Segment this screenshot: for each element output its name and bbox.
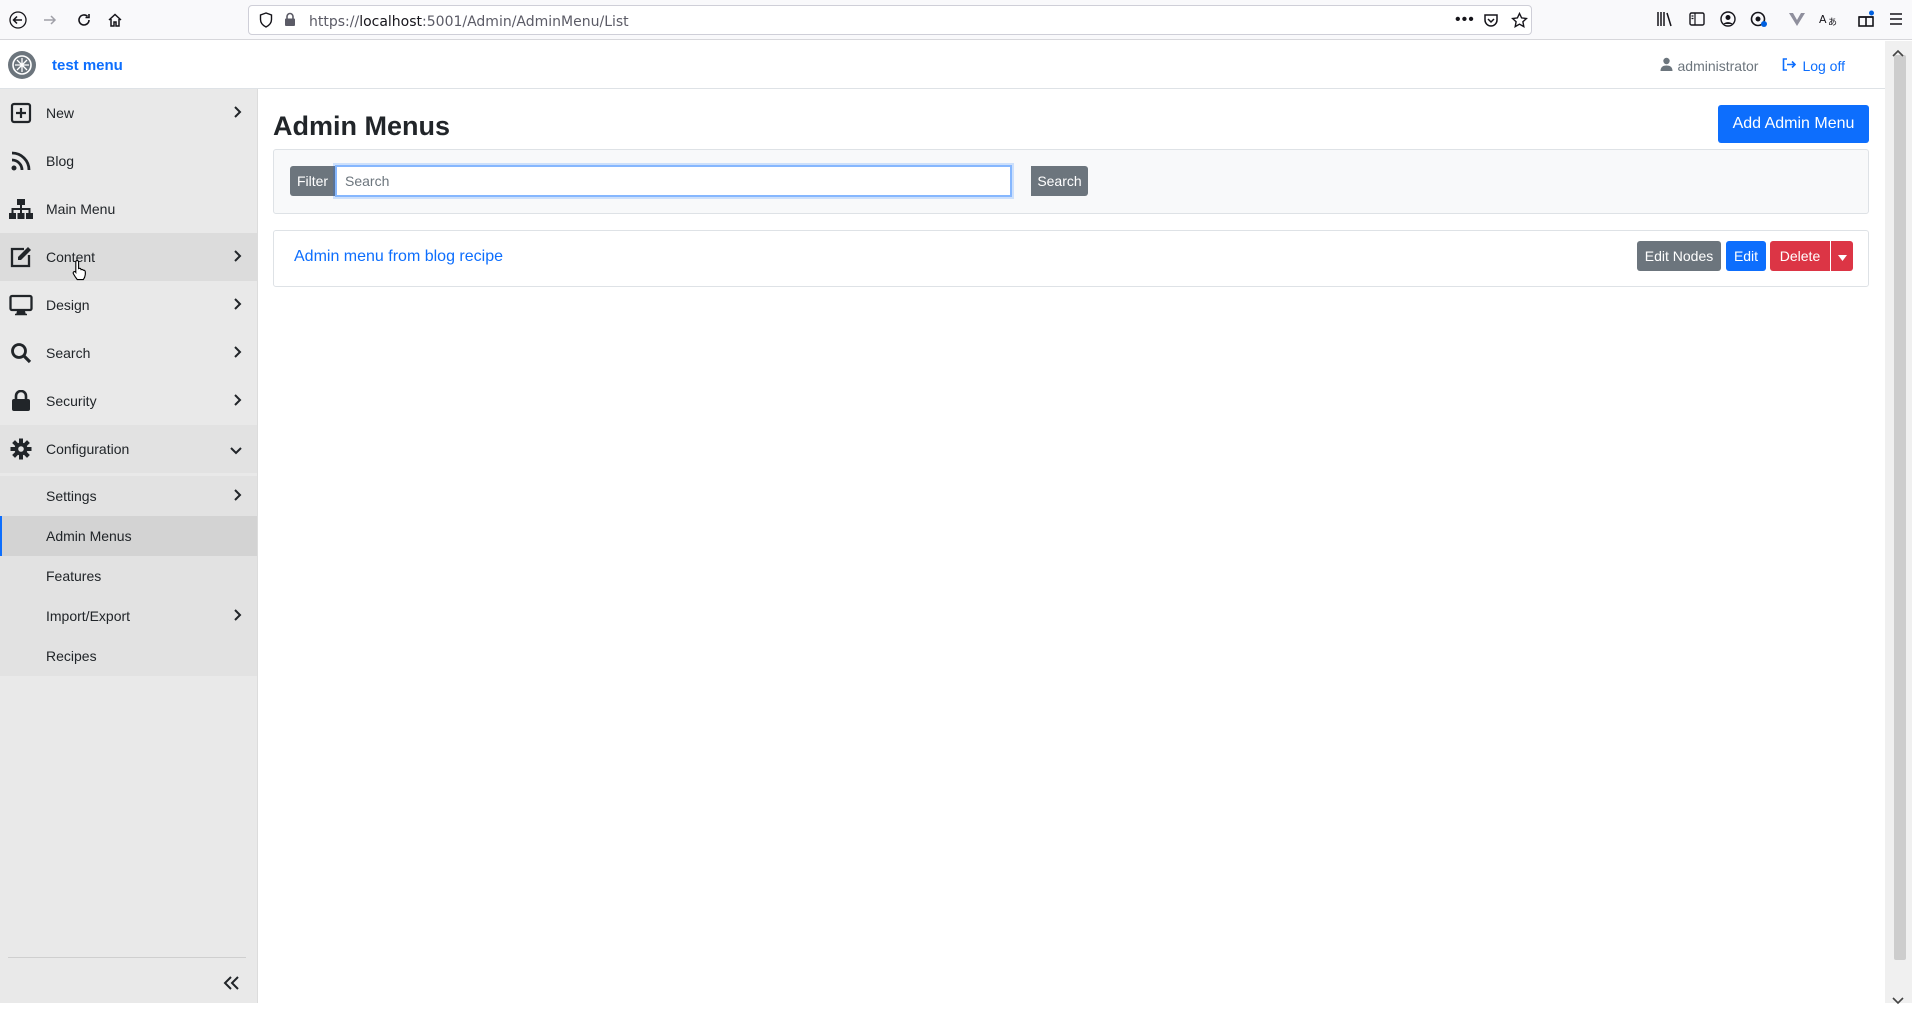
sidebar-subitem-admin-menus[interactable]: Admin Menus: [0, 516, 257, 556]
sidebar-item-label: New: [46, 105, 75, 121]
user-name[interactable]: administrator: [1678, 58, 1759, 74]
sidebar-subitem-label: Admin Menus: [46, 528, 132, 544]
sidebar-subitem-settings[interactable]: Settings: [0, 476, 257, 516]
admin-sidebar: New Blog Main Menu Content Design Search: [0, 89, 258, 1003]
page-title: Admin Menus: [273, 111, 451, 141]
chevron-down-icon: [229, 443, 243, 459]
user-area: administrator Log off: [1660, 57, 1845, 74]
sidebar-footer-divider: [8, 957, 246, 958]
sidebar-item-new[interactable]: New: [0, 89, 257, 137]
sidebar-subitem-import-export[interactable]: Import/Export: [0, 596, 257, 636]
collapse-sidebar-icon[interactable]: [222, 975, 240, 996]
sidebar-item-main-menu[interactable]: Main Menu: [0, 185, 257, 233]
lock-icon: [8, 388, 34, 414]
add-admin-menu-button[interactable]: Add Admin Menu: [1718, 105, 1869, 143]
active-indicator: [0, 516, 2, 556]
sign-out-icon[interactable]: [1782, 57, 1797, 74]
sidebar-item-design[interactable]: Design: [0, 281, 257, 329]
translate-icon[interactable]: Aあ: [1818, 10, 1838, 30]
sidebar-subitem-features[interactable]: Features: [0, 556, 257, 596]
hand-cursor-icon: [72, 259, 88, 286]
sidebar-subitem-label: Settings: [46, 488, 97, 504]
sidebar-subitem-label: Recipes: [46, 648, 97, 664]
sitemap-icon: [8, 196, 34, 222]
home-icon[interactable]: [103, 8, 127, 32]
delete-button[interactable]: Delete: [1770, 241, 1830, 271]
url-text: https://localhost:5001/Admin/AdminMenu/L…: [309, 14, 629, 30]
svg-text:A: A: [1819, 13, 1827, 26]
sidebar-subitem-recipes[interactable]: Recipes: [0, 636, 257, 676]
sidebar-item-label: Security: [46, 393, 97, 409]
sidebar-item-label: Main Menu: [46, 201, 116, 217]
edit-icon: [8, 244, 34, 270]
shield-icon[interactable]: [259, 12, 273, 33]
extension-icon[interactable]: [1750, 10, 1770, 30]
sidebar-subitem-label: Features: [46, 568, 102, 584]
search-button[interactable]: Search: [1031, 166, 1088, 196]
more-icon[interactable]: •••: [1455, 11, 1475, 29]
desktop-icon: [8, 292, 34, 318]
sidebar-subitem-label: Import/Export: [46, 608, 131, 624]
edit-nodes-button[interactable]: Edit Nodes: [1637, 241, 1721, 271]
gift-icon[interactable]: [1857, 10, 1877, 30]
scroll-down-icon[interactable]: [1891, 992, 1905, 1010]
chevron-right-icon: [233, 297, 243, 314]
chevron-right-icon: [233, 608, 243, 625]
search-input[interactable]: [335, 165, 1012, 197]
brand-name[interactable]: test menu: [52, 57, 123, 74]
url-bar[interactable]: https://localhost:5001/Admin/AdminMenu/L…: [248, 5, 1532, 35]
library-icon[interactable]: [1656, 10, 1676, 30]
star-icon[interactable]: [1511, 11, 1528, 34]
sidebar-item-configuration[interactable]: Configuration: [0, 425, 257, 473]
sidebar-item-security[interactable]: Security: [0, 377, 257, 425]
lock-icon[interactable]: [284, 12, 296, 32]
chevron-right-icon: [233, 393, 243, 410]
chevron-right-icon: [233, 345, 243, 362]
scrollbar-thumb[interactable]: [1894, 55, 1906, 960]
filter-panel: Filter Search: [273, 149, 1869, 214]
delete-dropdown-toggle[interactable]: [1831, 241, 1853, 271]
list-item: Admin menu from blog recipe Edit Nodes E…: [273, 230, 1869, 287]
sidebar-item-search[interactable]: Search: [0, 329, 257, 377]
orchard-logo-icon: [8, 51, 36, 79]
rss-icon: [8, 148, 34, 174]
gear-icon: [8, 436, 34, 462]
sidebar-item-label: Configuration: [46, 441, 130, 457]
vue-devtools-icon[interactable]: [1788, 10, 1808, 30]
browser-toolbar: https://localhost:5001/Admin/AdminMenu/L…: [0, 0, 1912, 40]
main-content: Admin Menus Add Admin Menu Filter Search…: [258, 89, 1885, 1003]
reload-icon[interactable]: [72, 8, 96, 32]
chevron-right-icon: [233, 105, 243, 122]
forward-icon[interactable]: [38, 8, 62, 32]
pocket-icon[interactable]: [1483, 12, 1499, 33]
search-icon: [8, 340, 34, 366]
svg-text:あ: あ: [1828, 17, 1837, 28]
chevron-right-icon: [233, 488, 243, 505]
hamburger-menu-icon[interactable]: [1887, 10, 1907, 30]
chevron-right-icon: [233, 249, 243, 266]
sidebar-item-blog[interactable]: Blog: [0, 137, 257, 185]
sidebar-item-label: Blog: [46, 153, 75, 169]
scroll-up-icon[interactable]: [1891, 44, 1905, 62]
plus-square-icon: [8, 100, 34, 126]
sidebar-item-content[interactable]: Content: [0, 233, 257, 281]
filter-label: Filter: [290, 166, 335, 196]
account-icon[interactable]: [1719, 10, 1739, 30]
edit-button[interactable]: Edit: [1726, 241, 1766, 271]
brand-link[interactable]: test menu: [8, 51, 123, 79]
back-icon[interactable]: [6, 8, 30, 32]
app-header: test menu administrator Log off: [0, 41, 1885, 89]
user-icon: [1660, 57, 1673, 74]
caret-down-icon: [1837, 248, 1847, 264]
sidebar-toggle-icon[interactable]: [1688, 10, 1708, 30]
sidebar-item-label: Search: [46, 345, 91, 361]
logoff-link[interactable]: Log off: [1802, 58, 1845, 74]
admin-menu-link[interactable]: Admin menu from blog recipe: [294, 248, 503, 266]
sidebar-item-label: Design: [46, 297, 90, 313]
